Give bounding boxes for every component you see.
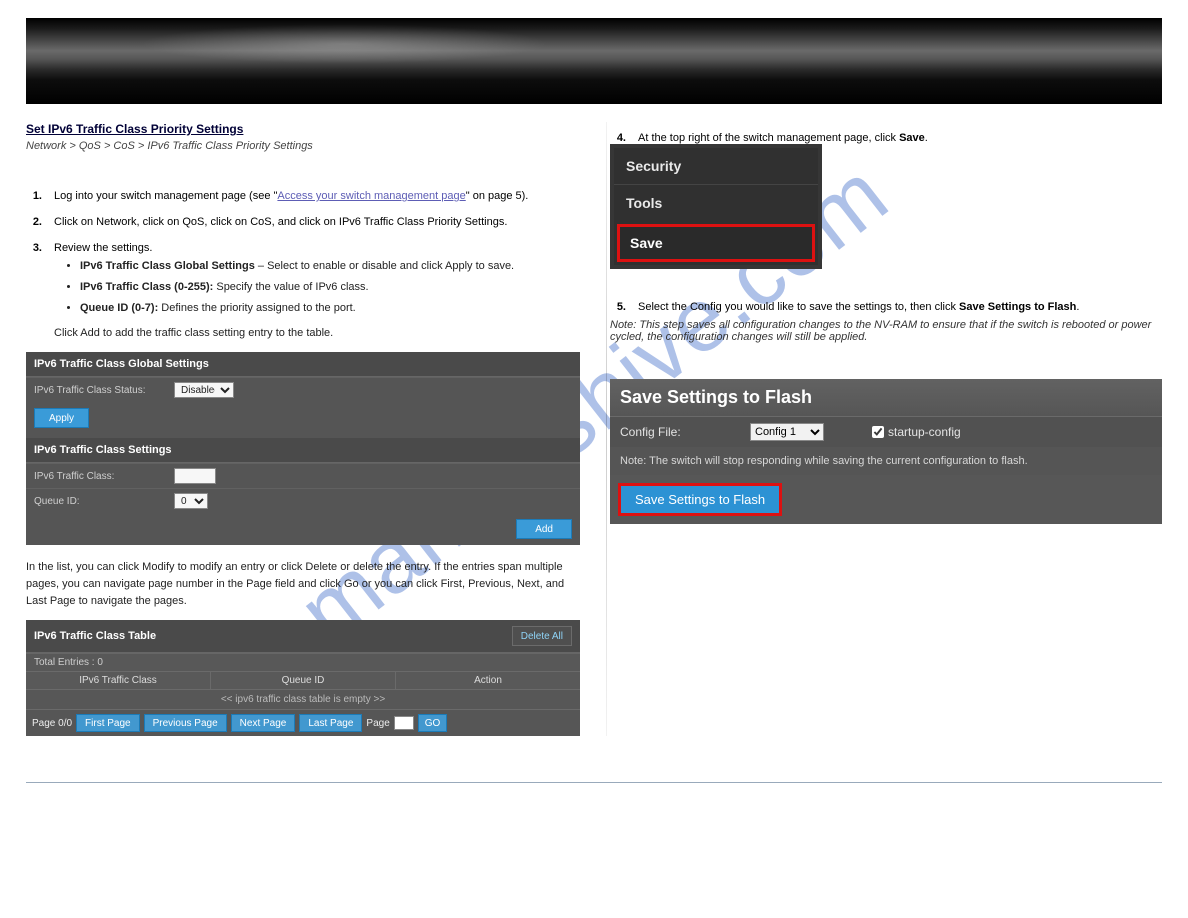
- page-position: Page 0/0: [32, 718, 72, 729]
- nav-item-tools[interactable]: Tools: [614, 184, 818, 221]
- add-button[interactable]: Add: [516, 519, 572, 539]
- last-page-button[interactable]: Last Page: [299, 714, 362, 732]
- flash-panel: Save Settings to Flash Config File: Conf…: [610, 379, 1162, 524]
- delete-instruction: In the list, you can click Modify to mod…: [26, 559, 580, 610]
- add-instruction: Click Add to add the traffic class setti…: [54, 325, 580, 342]
- column-divider: [606, 122, 607, 736]
- bullet-1: IPv6 Traffic Class Global Settings – Sel…: [80, 258, 580, 275]
- bullet-3: Queue ID (0-7): Defines the priority ass…: [80, 300, 580, 317]
- next-page-button[interactable]: Next Page: [231, 714, 296, 732]
- step-2-text: Click on Network, click on QoS, click on…: [54, 216, 580, 228]
- ipv6-settings-title: IPv6 Traffic Class Settings: [26, 438, 580, 463]
- startup-config-label: startup-config: [888, 425, 961, 439]
- queue-id-label: Queue ID:: [34, 496, 174, 507]
- queue-id-select[interactable]: 0: [174, 493, 208, 509]
- step-5-text: Select the Config you would like to save…: [638, 301, 1162, 313]
- col-action: Action: [396, 672, 580, 689]
- step-number-5: 5.: [610, 301, 626, 313]
- footer-rule: [26, 782, 1162, 783]
- ipv6-global-settings-panel: IPv6 Traffic Class Global Settings IPv6 …: [26, 352, 580, 545]
- delete-all-button[interactable]: Delete All: [512, 626, 572, 646]
- ipv6-status-label: IPv6 Traffic Class Status:: [34, 385, 174, 396]
- step-number-1: 1.: [26, 190, 42, 202]
- table-empty-msg: << ipv6 traffic class table is empty >>: [26, 690, 580, 710]
- flash-config-select[interactable]: Config 1: [750, 423, 824, 441]
- step-number-2: 2.: [26, 216, 42, 228]
- ipv6-class-input[interactable]: [174, 468, 216, 484]
- ipv6-class-label: IPv6 Traffic Class:: [34, 471, 174, 482]
- nav-path: Network > QoS > CoS > IPv6 Traffic Class…: [26, 140, 580, 152]
- first-page-button[interactable]: First Page: [76, 714, 140, 732]
- right-note: Note: This step saves all configuration …: [610, 319, 1162, 343]
- flash-note: Note: The switch will stop responding wh…: [610, 447, 1162, 475]
- flash-title: Save Settings to Flash: [610, 379, 1162, 416]
- step-3-text: Review the settings. IPv6 Traffic Class …: [54, 242, 580, 342]
- ipv6-table-title: IPv6 Traffic Class Table: [34, 630, 156, 642]
- step-1-text: Log into your switch management page (se…: [54, 190, 580, 202]
- col-queue-id: Queue ID: [211, 672, 396, 689]
- page-input[interactable]: [394, 716, 414, 730]
- flash-config-label: Config File:: [620, 425, 740, 439]
- total-entries: Total Entries : 0: [26, 653, 580, 671]
- step-number-3: 3.: [26, 242, 42, 342]
- go-button[interactable]: GO: [418, 714, 448, 732]
- previous-page-button[interactable]: Previous Page: [144, 714, 227, 732]
- step-1-link[interactable]: Access your switch management page: [277, 190, 465, 202]
- heading-link[interactable]: Set IPv6 Traffic Class Priority Settings: [26, 122, 243, 136]
- startup-config-checkbox[interactable]: [872, 426, 884, 438]
- nav-item-security[interactable]: Security: [614, 148, 818, 184]
- bullet-2: IPv6 Traffic Class (0-255): Specify the …: [80, 279, 580, 296]
- apply-button[interactable]: Apply: [34, 408, 89, 428]
- ipv6-class-table-panel: IPv6 Traffic Class Table Delete All Tota…: [26, 620, 580, 736]
- ipv6-status-select[interactable]: Disabled: [174, 382, 234, 398]
- startup-config-checkbox-wrap[interactable]: startup-config: [872, 425, 1152, 439]
- save-settings-button[interactable]: Save Settings to Flash: [620, 485, 780, 514]
- page-banner: [26, 18, 1162, 104]
- ipv6-global-title: IPv6 Traffic Class Global Settings: [26, 352, 580, 377]
- step-4-text: At the top right of the switch managemen…: [638, 132, 1162, 144]
- page-label: Page: [366, 718, 389, 729]
- step-number-4: 4.: [610, 132, 626, 144]
- col-ipv6-class: IPv6 Traffic Class: [26, 672, 211, 689]
- nav-menu-screenshot: Security Tools Save: [610, 144, 822, 269]
- nav-item-save[interactable]: Save: [617, 224, 815, 262]
